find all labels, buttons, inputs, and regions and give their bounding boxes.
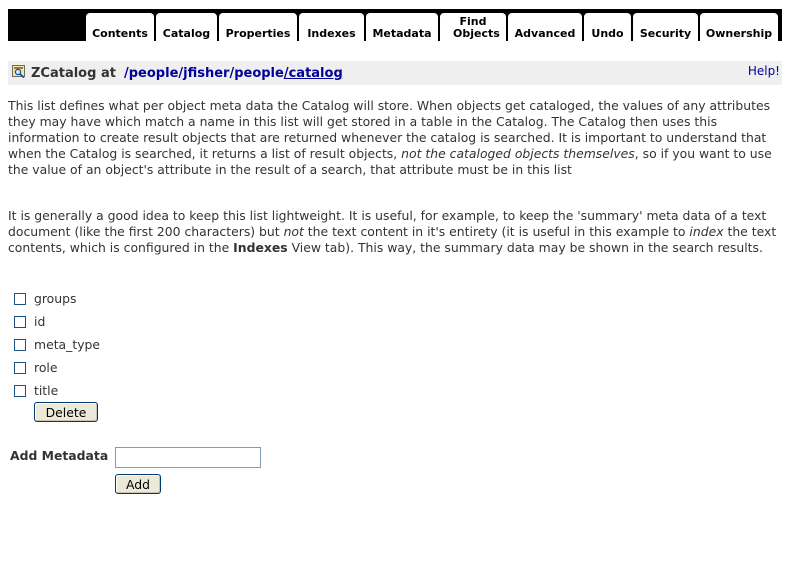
title-bar: ZCatalog at /people/jfisher/people/catal… xyxy=(8,61,782,85)
tab-advanced[interactable]: Advanced xyxy=(508,13,582,41)
metadata-item: groups xyxy=(14,287,100,310)
tab-contents[interactable]: Contents xyxy=(86,13,154,41)
metadata-checkbox-groups[interactable] xyxy=(14,292,26,305)
metadata-checkbox-role[interactable] xyxy=(14,361,26,374)
tab-security[interactable]: Security xyxy=(633,13,698,41)
advice-paragraph: It is generally a good idea to keep this… xyxy=(8,208,782,256)
page-title: ZCatalog at xyxy=(31,66,116,81)
breadcrumb-link-catalog[interactable]: /catalog xyxy=(284,66,343,81)
metadata-checkbox-title[interactable] xyxy=(14,384,26,397)
advice-text: View tab). This way, the summary data ma… xyxy=(287,240,763,255)
tab-label: Properties xyxy=(225,27,291,40)
tab-metadata[interactable]: Metadata xyxy=(366,13,438,41)
tab-label: Find Objects xyxy=(453,15,500,40)
metadata-label: id xyxy=(34,314,46,329)
breadcrumb-link-people[interactable]: /people xyxy=(229,66,283,81)
metadata-item: id xyxy=(14,310,100,333)
tab-indexes[interactable]: Indexes xyxy=(299,13,364,41)
metadata-label: groups xyxy=(34,291,77,306)
metadata-item: title xyxy=(14,379,100,402)
tab-properties[interactable]: Properties xyxy=(219,13,297,41)
tab-label: Ownership xyxy=(705,27,773,40)
tab-catalog[interactable]: Catalog xyxy=(156,13,217,41)
delete-button[interactable]: Delete xyxy=(34,402,98,422)
metadata-item: meta_type xyxy=(14,333,100,356)
metadata-label: role xyxy=(34,360,58,375)
metadata-item: role xyxy=(14,356,100,379)
add-button[interactable]: Add xyxy=(115,474,161,494)
tab-ownership[interactable]: Ownership xyxy=(700,13,778,41)
add-metadata-input[interactable] xyxy=(115,447,261,468)
description-emphasis: not the cataloged objects themselves xyxy=(401,146,635,161)
metadata-label: title xyxy=(34,383,59,398)
tab-label: Undo xyxy=(591,27,624,40)
metadata-checkbox-id[interactable] xyxy=(14,315,26,328)
description-paragraph: This list defines what per object meta d… xyxy=(8,98,782,178)
tab-undo[interactable]: Undo xyxy=(584,13,631,41)
advice-strong: Indexes xyxy=(233,240,288,255)
add-metadata-label: Add Metadata xyxy=(10,448,109,463)
breadcrumb-link-people[interactable]: /people xyxy=(124,66,178,81)
advice-text: the text content in it's entirety (it is… xyxy=(303,224,690,239)
metadata-list: groups id meta_type role title xyxy=(14,287,100,402)
tab-label: Catalog xyxy=(162,27,211,40)
advice-emphasis: not xyxy=(283,224,304,239)
breadcrumb: /people/jfisher/people/catalog xyxy=(124,66,343,81)
advice-emphasis: index xyxy=(689,224,724,239)
help-link[interactable]: Help! xyxy=(748,64,780,78)
breadcrumb-link-jfisher[interactable]: /jfisher xyxy=(178,66,229,81)
tab-label: Advanced xyxy=(514,27,576,40)
tab-list: Contents Catalog Properties Indexes Meta… xyxy=(86,13,778,41)
zcatalog-icon xyxy=(12,65,25,78)
metadata-label: meta_type xyxy=(34,337,101,352)
tab-label: Contents xyxy=(92,27,148,40)
tab-label: Metadata xyxy=(372,27,432,40)
tab-label: Security xyxy=(639,27,692,40)
tab-find-objects[interactable]: Find Objects xyxy=(440,13,506,41)
tab-label: Indexes xyxy=(307,27,356,40)
metadata-checkbox-meta-type[interactable] xyxy=(14,338,26,351)
